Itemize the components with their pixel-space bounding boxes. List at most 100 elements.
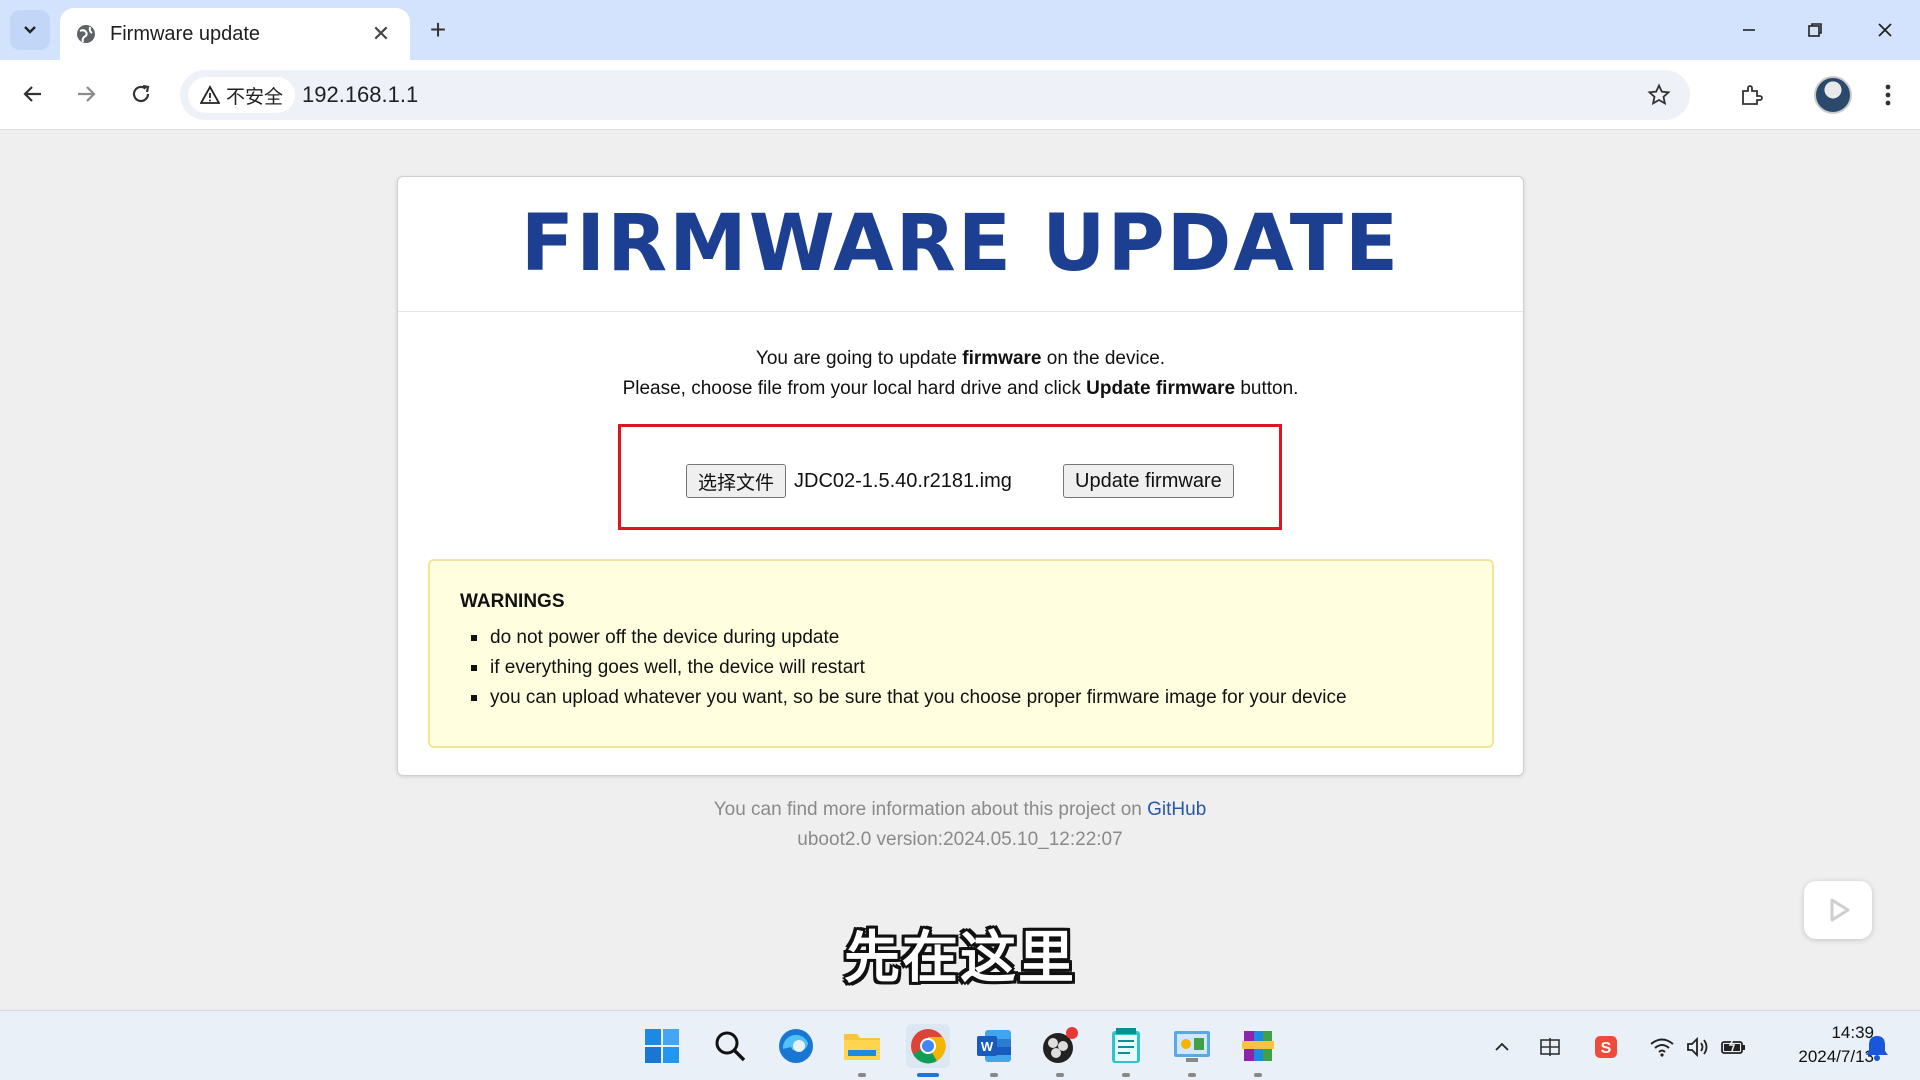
browser-tab[interactable]: Firmware update ✕ [60,8,410,60]
back-button[interactable] [13,74,53,114]
svg-text:W: W [981,1039,994,1054]
globe-icon [74,22,98,46]
choose-file-button[interactable]: 选择文件 [686,464,787,498]
running-indicator [1254,1073,1262,1077]
more-vertical-icon [1885,84,1891,106]
control-panel-icon [1174,1031,1210,1062]
footer-project-line: You can find more information about this… [713,799,1207,820]
puzzle-icon [1742,85,1763,105]
arrow-right-icon [78,86,96,102]
running-indicator [1122,1073,1130,1077]
taskbar-obs[interactable] [1038,1024,1082,1077]
notifications-button[interactable] [1864,1033,1890,1061]
footer-info: You can find more information about this… [0,795,1920,855]
keyboard-icon [1540,1038,1560,1056]
taskbar-chrome[interactable] [906,1024,950,1077]
tab-title: Firmware update [110,22,261,45]
reload-button[interactable] [121,74,161,114]
firmware-card: FIRMWARE UPDATE You are going to update … [397,176,1524,776]
arrow-left-icon [23,86,41,102]
taskbar-winrar[interactable] [1236,1024,1280,1077]
running-indicator [1188,1073,1196,1077]
chrome-icon [911,1029,946,1064]
reload-icon [132,84,150,103]
active-indicator [917,1073,939,1077]
clock-date: 2024/7/13 [1798,1047,1874,1066]
star-icon [1647,83,1671,106]
sogou-icon: S [1595,1036,1617,1058]
chevron-down-icon [24,26,36,34]
intro-line-2: Please, choose file from your local hard… [622,378,1299,399]
start-button[interactable] [640,1024,684,1068]
close-window-button[interactable] [1860,10,1910,50]
restore-button[interactable] [1790,10,1840,50]
github-link[interactable]: GitHub [1147,799,1206,820]
word-icon: W [977,1030,1011,1062]
close-icon [1878,23,1892,37]
minimize-button[interactable] [1724,10,1774,50]
address-bar[interactable]: 不安全 192.168.1.1 [180,70,1690,120]
new-tab-button[interactable]: + [420,12,456,48]
warning-item: do not power off the device during updat… [460,623,1492,653]
warnings-list: do not power off the device during updat… [460,623,1492,713]
bookmark-button[interactable] [1642,78,1676,112]
intro-line-1: You are going to update firmware on the … [755,348,1166,369]
running-indicator [858,1073,866,1077]
volume-button[interactable] [1684,1033,1712,1061]
wifi-button[interactable] [1648,1033,1676,1061]
file-explorer-icon [844,1034,880,1060]
svg-text:S: S [1601,1040,1612,1057]
warning-item: you can upload whatever you want, so be … [460,683,1492,713]
battery-button[interactable] [1720,1033,1748,1061]
page-title: FIRMWARE UPDATE [520,199,1401,289]
footer-version: uboot2.0 version:2024.05.10_12:22:07 [797,829,1123,850]
input-method-button[interactable] [1536,1033,1564,1061]
upload-highlight-box: 选择文件 JDC02-1.5.40.r2181.img Update firmw… [618,424,1282,530]
edge-icon [779,1029,813,1063]
warning-item: if everything goes well, the device will… [460,653,1492,683]
card-header: FIRMWARE UPDATE [398,177,1523,312]
warning-triangle-icon [200,85,220,104]
video-subtitle: 先在这里 [844,926,1076,991]
search-icon [715,1031,746,1062]
clock-time: 14:39 [1831,1023,1874,1042]
browser-tab-strip: Firmware update ✕ + [0,0,1920,60]
minimize-icon [1743,29,1755,31]
intro-text: You are going to update firmware on the … [398,344,1523,404]
running-indicator [1056,1073,1064,1077]
update-firmware-button[interactable]: Update firmware [1063,464,1234,498]
profile-avatar[interactable] [1814,76,1852,114]
sogou-ime-button[interactable]: S [1592,1033,1620,1061]
security-label: 不安全 [226,86,284,108]
start-icon [645,1029,679,1063]
show-hidden-icons-button[interactable] [1488,1033,1516,1061]
selected-file-name: JDC02-1.5.40.r2181.img [794,470,1012,492]
speaker-icon [1687,1036,1708,1058]
warnings-box: WARNINGS do not power off the device dur… [428,559,1494,748]
browser-menu-button[interactable] [1870,74,1906,116]
taskbar-clock[interactable]: 14:39 2024/7/13 [1762,1021,1874,1069]
wifi-icon [1650,1038,1674,1057]
page-viewport: FIRMWARE UPDATE You are going to update … [0,131,1920,1009]
taskbar-notepad[interactable] [1104,1024,1148,1077]
browser-toolbar: 不安全 192.168.1.1 [0,60,1920,130]
close-tab-icon[interactable]: ✕ [366,19,396,49]
winrar-icon [1242,1031,1274,1061]
bell-icon [1866,1036,1888,1061]
running-indicator [990,1073,998,1077]
battery-icon [1721,1037,1745,1054]
taskbar-file-explorer[interactable] [840,1024,884,1077]
taskbar-edge[interactable] [774,1024,818,1068]
warnings-title: WARNINGS [460,591,565,612]
extensions-button[interactable] [1730,74,1772,116]
taskbar-control-panel[interactable] [1170,1024,1214,1077]
taskbar-search[interactable] [708,1024,752,1068]
forward-button[interactable] [66,74,106,114]
taskbar-word[interactable]: W [972,1024,1016,1077]
notepad-icon [1112,1028,1140,1063]
security-chip[interactable]: 不安全 [188,77,296,113]
restore-icon [1808,23,1822,37]
url-text[interactable]: 192.168.1.1 [302,82,418,108]
taskbar: W S 14:39 2024/7/13 [0,1010,1920,1080]
tab-search-button[interactable] [10,10,50,50]
